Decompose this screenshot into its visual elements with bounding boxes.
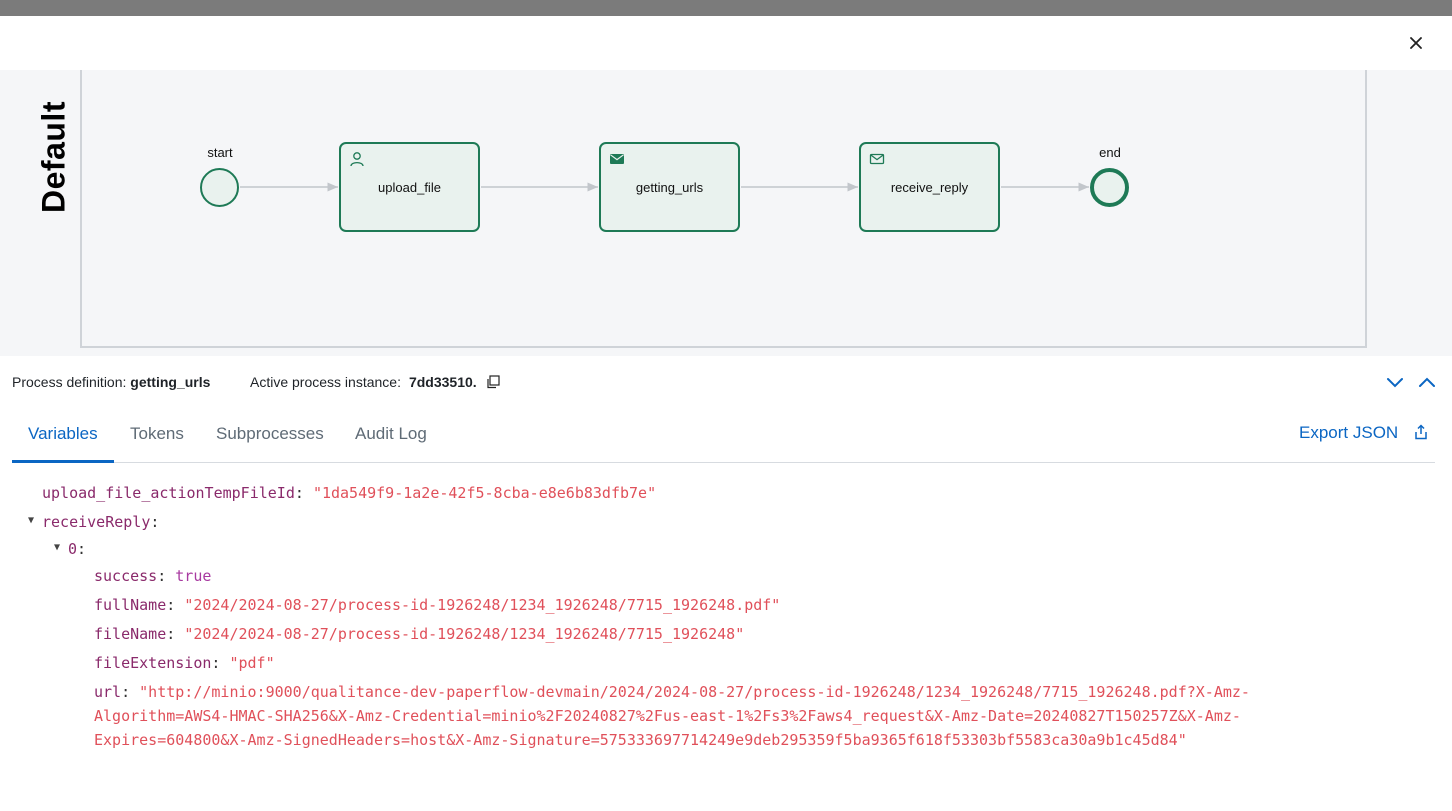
export-json-button[interactable]: Export JSON [1299, 423, 1398, 443]
task-label: getting_urls [635, 179, 704, 195]
task-label: upload_file [378, 179, 441, 195]
chevron-down-icon[interactable] [1386, 375, 1404, 389]
tab-tokens[interactable]: Tokens [130, 424, 184, 444]
json-row: upload_file_actionTempFileId: "1da549f9-… [42, 484, 657, 502]
end-event[interactable] [1090, 168, 1129, 207]
lane-label: Default [35, 101, 72, 213]
tab-subprocesses[interactable]: Subprocesses [216, 424, 324, 444]
close-icon [1410, 37, 1422, 49]
active-instance-id: 7dd33510. [408, 374, 477, 390]
tab-audit-log[interactable]: Audit Log [355, 424, 427, 444]
active-instance: Active process instance: 7dd33510. [250, 374, 477, 390]
process-definition-label: Process definition: [12, 374, 127, 390]
share-icon[interactable] [1413, 424, 1429, 440]
json-row: 0: [68, 540, 87, 558]
task-receive-reply[interactable]: receive_reply [859, 142, 1000, 232]
start-event-label: start [207, 145, 233, 160]
modal-overlay-bar [0, 0, 1452, 16]
json-row-continuation: Algorithm=AWS4-HMAC-SHA256&X-Amz-Credent… [94, 707, 1241, 725]
json-row: fileExtension: "pdf" [94, 654, 275, 672]
close-button[interactable] [1403, 30, 1429, 56]
json-row: success: true [94, 567, 212, 585]
json-row-continuation: Expires=604800&X-Amz-SignedHeaders=host&… [94, 731, 1187, 749]
envelope-outline-icon [869, 153, 885, 165]
json-row: url: "http://minio:9000/qualitance-dev-p… [94, 683, 1250, 701]
envelope-filled-icon [610, 154, 624, 164]
start-event[interactable] [200, 168, 239, 207]
json-row: fullName: "2024/2024-08-27/process-id-19… [94, 596, 781, 614]
json-row: receiveReply: [42, 513, 160, 531]
task-getting-urls[interactable]: getting_urls [599, 142, 740, 232]
end-event-label: end [1099, 145, 1121, 160]
chevron-up-icon[interactable] [1418, 375, 1436, 389]
active-instance-label: Active process instance: [250, 374, 401, 390]
tab-variables[interactable]: Variables [28, 424, 98, 444]
expand-toggle-icon[interactable]: ▼ [54, 542, 60, 553]
user-icon [350, 152, 364, 167]
task-upload-file[interactable]: upload_file [339, 142, 480, 232]
process-definition-value: getting_urls [130, 374, 211, 390]
tab-bar: Variables Tokens Subprocesses Audit Log [12, 410, 1435, 463]
json-row: fileName: "2024/2024-08-27/process-id-19… [94, 625, 745, 643]
process-definition: Process definition: getting_urls [12, 374, 210, 390]
copy-icon[interactable] [486, 375, 500, 389]
expand-toggle-icon[interactable]: ▼ [28, 515, 34, 526]
active-tab-indicator [12, 460, 114, 463]
task-label: receive_reply [890, 179, 969, 195]
